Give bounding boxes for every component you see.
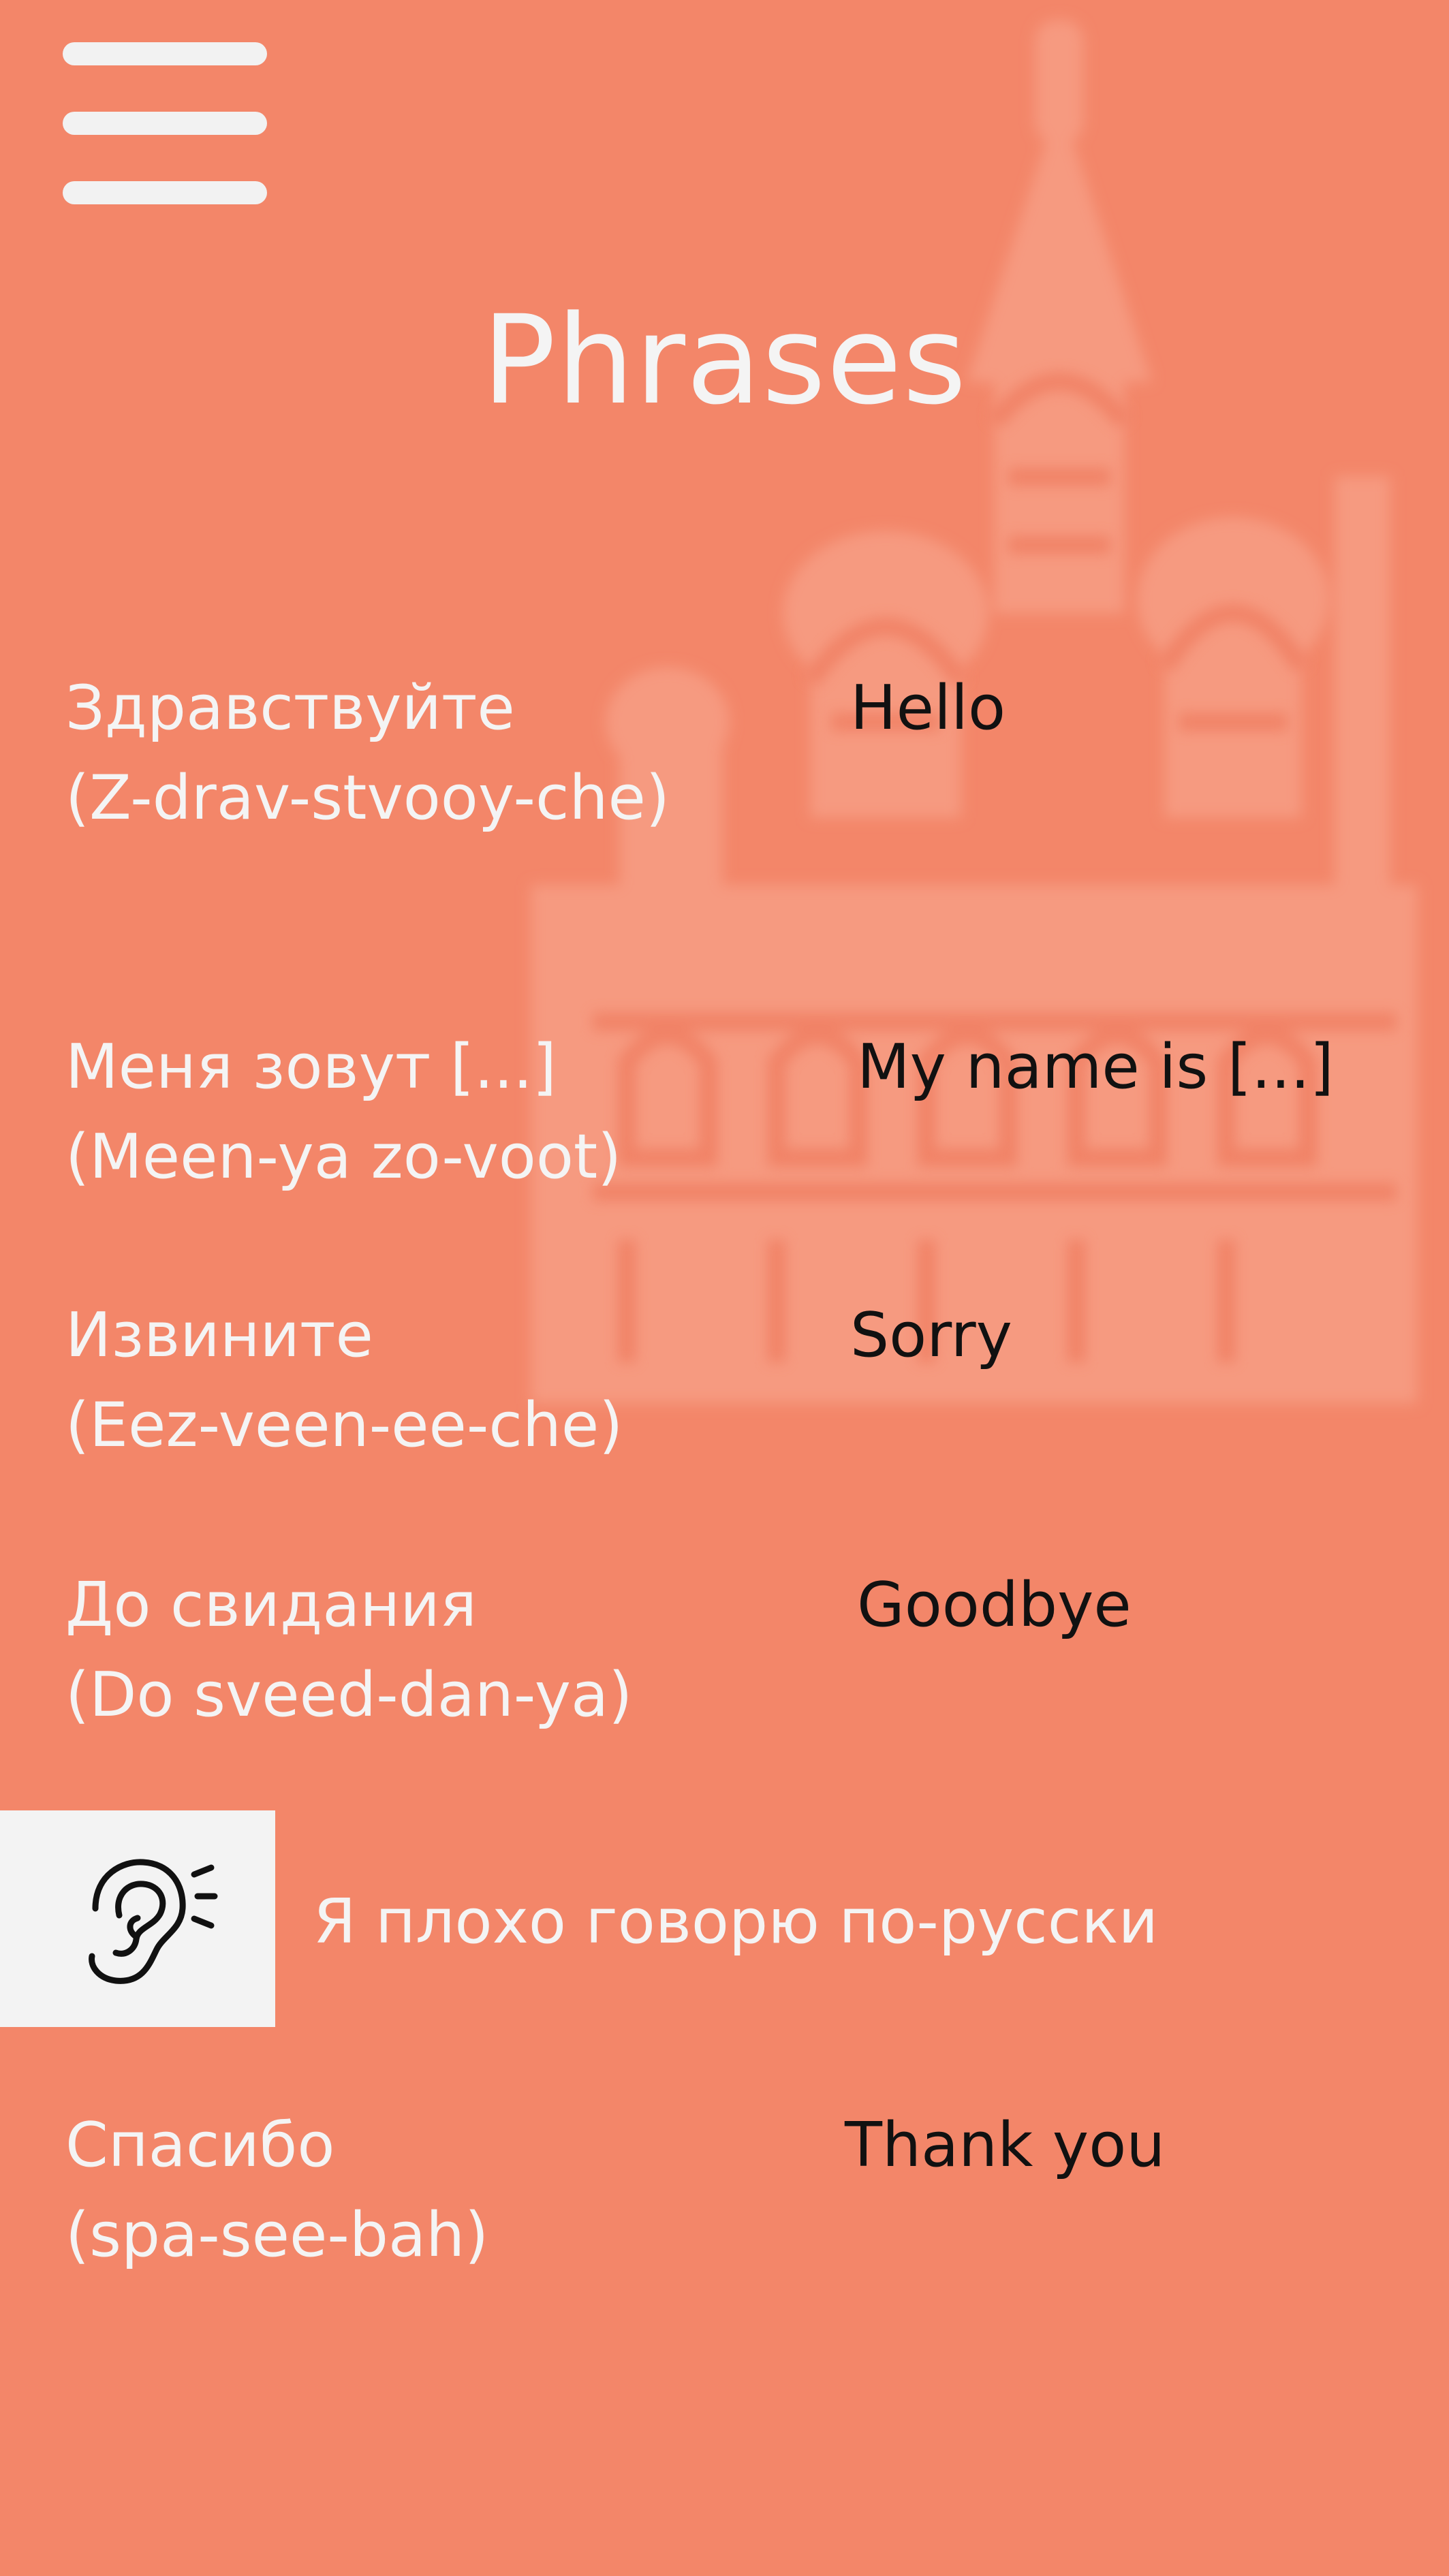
- phrase-russian: До свидания: [65, 1569, 477, 1641]
- phrase-english: Sorry: [850, 1300, 1012, 1371]
- phrase-pronunciation: (Do sveed-dan-ya): [65, 1659, 633, 1731]
- phrase-pronunciation: (Z-drav-stvooy-che): [65, 762, 670, 834]
- menu-line: [63, 181, 267, 204]
- page-title: Phrases: [482, 289, 967, 432]
- phrase-english: Thank you: [845, 2109, 1166, 2181]
- phrase-english: My name is [...]: [857, 1031, 1334, 1103]
- listen-phrase-text: Я плохо говорю по-русски: [313, 1886, 1159, 1958]
- hamburger-menu-icon[interactable]: [63, 42, 267, 206]
- phrase-russian: Извините: [65, 1300, 373, 1371]
- phrase-russian: Здравствуйте: [65, 672, 515, 744]
- ear-listen-icon: [89, 1859, 218, 1984]
- phrase-russian: Меня зовут [...]: [65, 1031, 557, 1103]
- phrase-russian: Спасибо: [65, 2109, 335, 2181]
- listen-button[interactable]: [0, 1810, 275, 2027]
- phrase-english: Goodbye: [857, 1569, 1132, 1641]
- menu-line: [63, 42, 267, 65]
- phrase-pronunciation: (spa-see-bah): [65, 2199, 489, 2271]
- menu-line: [63, 112, 267, 135]
- phrase-english: Hello: [850, 672, 1006, 744]
- phrase-pronunciation: (Meen-ya zo-voot): [65, 1121, 622, 1193]
- phrase-pronunciation: (Eez-veen-ee-che): [65, 1389, 623, 1461]
